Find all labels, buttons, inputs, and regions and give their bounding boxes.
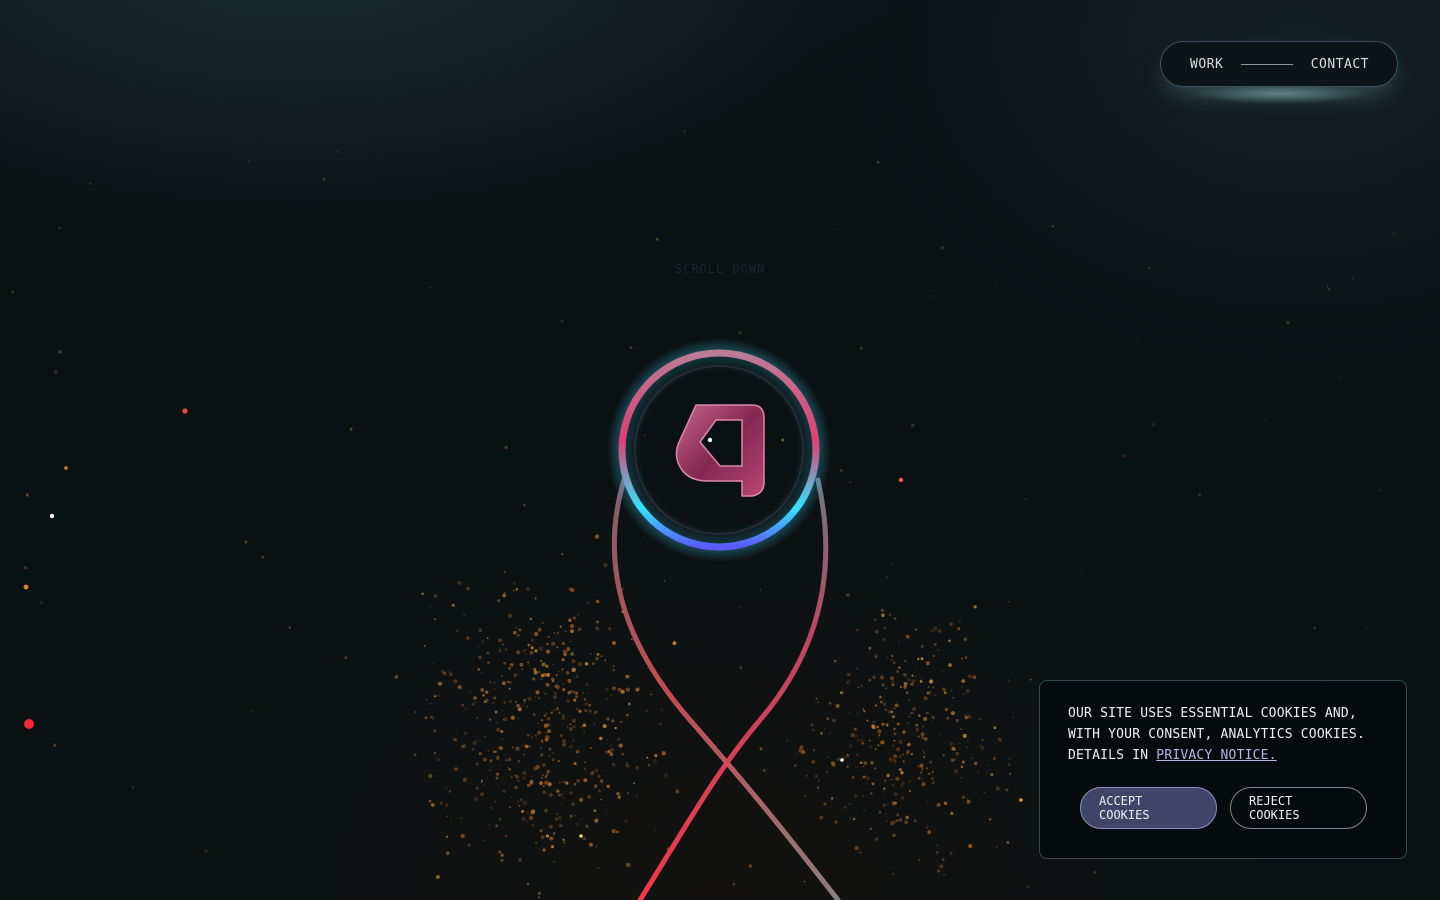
cookie-buttons: ACCEPT COOKIES REJECT COOKIES bbox=[1080, 787, 1367, 829]
cookie-banner: OUR SITE USES ESSENTIAL COOKIES AND, WIT… bbox=[1039, 680, 1407, 859]
logo-ring-icon bbox=[607, 338, 831, 562]
nav-divider bbox=[1241, 63, 1293, 65]
cookie-message: OUR SITE USES ESSENTIAL COOKIES AND, WIT… bbox=[1068, 703, 1386, 766]
scroll-down-hint: SCROLL DOWN bbox=[674, 262, 766, 276]
reject-cookies-button[interactable]: REJECT COOKIES bbox=[1230, 787, 1367, 829]
top-nav: WORK CONTACT bbox=[1160, 41, 1398, 87]
accept-cookies-button[interactable]: ACCEPT COOKIES bbox=[1080, 787, 1217, 829]
privacy-notice-link[interactable]: PRIVACY NOTICE. bbox=[1156, 748, 1276, 763]
nav-work-link[interactable]: WORK bbox=[1190, 57, 1223, 72]
nav-contact-link[interactable]: CONTACT bbox=[1311, 57, 1369, 72]
